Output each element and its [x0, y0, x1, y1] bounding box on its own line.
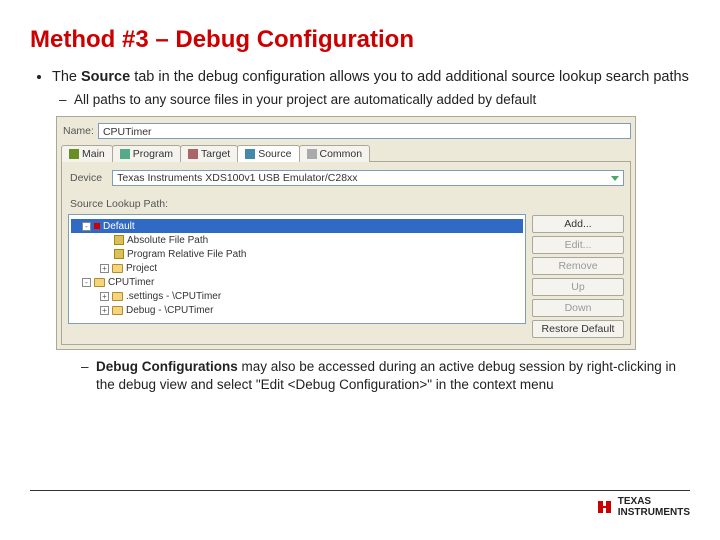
source-lookup-tree[interactable]: - Default Absolute File Path Program Relati… — [68, 214, 526, 324]
ti-logo-icon — [596, 499, 614, 517]
tree-item-label: .settings - \CPUTimer — [126, 291, 221, 302]
tab-program[interactable]: Program — [112, 145, 181, 162]
folder-icon — [94, 278, 105, 287]
path-icon — [114, 249, 124, 259]
tree-item-label: Project — [126, 263, 157, 274]
folder-icon — [112, 292, 123, 301]
bullet-1: The Source tab in the debug configuratio… — [52, 68, 690, 108]
tree-item[interactable]: - CPUTimer — [71, 275, 523, 289]
tree-item[interactable]: Program Relative File Path — [71, 247, 523, 261]
tree-item[interactable]: + Project — [71, 261, 523, 275]
tree-item-label: Debug - \CPUTimer — [126, 305, 213, 316]
down-button[interactable]: Down — [532, 299, 624, 317]
add-button[interactable]: Add... — [532, 215, 624, 233]
tree-item[interactable]: Absolute File Path — [71, 233, 523, 247]
name-input[interactable]: CPUTimer — [98, 123, 631, 139]
tab-bar: Main Program Target Source Common — [61, 145, 631, 162]
page-title: Method #3 – Debug Configuration — [30, 26, 690, 54]
tab-source[interactable]: Source — [237, 145, 299, 162]
device-combo[interactable]: Texas Instruments XDS100v1 USB Emulator/… — [112, 170, 624, 186]
tree-expand-icon[interactable]: + — [100, 306, 109, 315]
tree-expand-icon[interactable]: - — [82, 222, 91, 231]
common-icon — [307, 149, 317, 159]
source-icon — [245, 149, 255, 159]
tab-common[interactable]: Common — [299, 145, 371, 162]
default-icon — [94, 223, 100, 229]
tree-item[interactable]: + .settings - \CPUTimer — [71, 289, 523, 303]
tree-expand-icon[interactable]: + — [100, 264, 109, 273]
tab-target[interactable]: Target — [180, 145, 238, 162]
edit-button[interactable]: Edit... — [532, 236, 624, 254]
footer: TEXAS INSTRUMENTS — [30, 490, 690, 530]
tree-item[interactable]: + Debug - \CPUTimer — [71, 303, 523, 317]
device-label: Device — [70, 172, 102, 184]
folder-icon — [112, 306, 123, 315]
ti-logo: TEXAS INSTRUMENTS — [596, 497, 690, 518]
tree-item-label: Absolute File Path — [127, 235, 208, 246]
path-icon — [114, 235, 124, 245]
tree-item-label: Program Relative File Path — [127, 249, 247, 260]
restore-default-button[interactable]: Restore Default — [532, 320, 624, 338]
remove-button[interactable]: Remove — [532, 257, 624, 275]
bullet-1-sub-1: All paths to any source files in your pr… — [74, 91, 690, 109]
bullet-1-sub-2: Debug Configurations may also be accesse… — [96, 358, 690, 393]
folder-icon — [112, 264, 123, 273]
tree-item-label: CPUTimer — [108, 277, 154, 288]
tab-main[interactable]: Main — [61, 145, 113, 162]
up-button[interactable]: Up — [532, 278, 624, 296]
name-label: Name: — [63, 125, 94, 137]
debug-config-dialog: Name: CPUTimer Main Program Target Sourc… — [56, 116, 636, 350]
target-icon — [188, 149, 198, 159]
program-icon — [120, 149, 130, 159]
source-tab-panel: Device Texas Instruments XDS100v1 USB Em… — [61, 161, 631, 345]
chevron-down-icon — [611, 176, 619, 181]
main-icon — [69, 149, 79, 159]
tree-item[interactable]: - Default — [71, 219, 523, 233]
tree-expand-icon[interactable]: + — [100, 292, 109, 301]
tree-expand-icon[interactable]: - — [82, 278, 91, 287]
source-lookup-label: Source Lookup Path: — [70, 198, 522, 210]
tree-item-label: Default — [103, 221, 135, 232]
button-column: Add... Edit... Remove Up Down Restore Default — [532, 194, 624, 338]
